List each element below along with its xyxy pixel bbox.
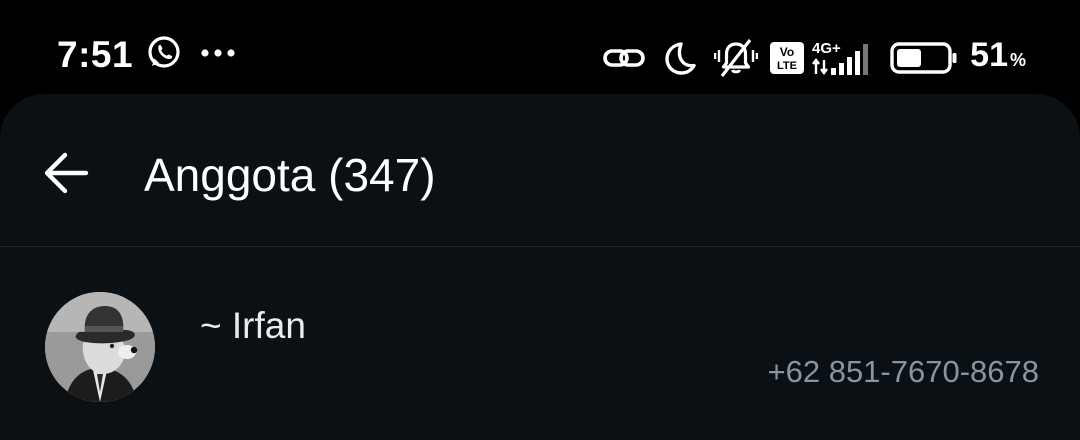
whatsapp-icon bbox=[148, 36, 180, 68]
divider bbox=[0, 246, 1080, 247]
battery-percentage: 51% bbox=[970, 33, 1026, 82]
phone-screen: 7:51 Vo LTE 4G+ 51 % Anggota (347) ~ Irf… bbox=[0, 0, 1080, 440]
avatar[interactable] bbox=[45, 292, 155, 402]
status-left-icons bbox=[146, 35, 236, 71]
svg-text:4G+: 4G+ bbox=[812, 40, 841, 57]
status-time: 7:51 bbox=[57, 34, 134, 75]
arrow-left-icon bbox=[44, 152, 89, 194]
signal-4g-icon: 4G+ bbox=[812, 40, 869, 75]
page-title: Anggota (347) bbox=[144, 149, 436, 201]
battery-icon bbox=[890, 41, 957, 74]
toolbar: Anggota (347) bbox=[0, 94, 1080, 246]
more-dots-icon bbox=[201, 49, 235, 57]
svg-text:LTE: LTE bbox=[777, 60, 797, 72]
member-name: ~ Irfan bbox=[200, 305, 306, 346]
avatar-dog-in-fedora-image bbox=[45, 292, 155, 402]
battery-value: 51 bbox=[970, 36, 1008, 74]
vibrate-off-icon bbox=[714, 38, 759, 77]
svg-text:Vo: Vo bbox=[780, 45, 794, 59]
moon-icon bbox=[665, 41, 696, 75]
back-button[interactable] bbox=[26, 135, 106, 211]
members-panel: Anggota (347) ~ Irfan +62 851-7670-8678 bbox=[0, 94, 1080, 440]
member-list-item[interactable]: ~ Irfan +62 851-7670-8678 bbox=[0, 284, 1080, 424]
link-icon bbox=[603, 48, 645, 67]
volte-icon: Vo LTE bbox=[770, 41, 805, 74]
battery-percent-sign: % bbox=[1009, 50, 1026, 70]
status-right-icons: Vo LTE 4G+ 51% bbox=[602, 33, 1026, 82]
member-phone: +62 851-7670-8678 bbox=[767, 354, 1040, 389]
status-bar: 7:51 Vo LTE 4G+ 51 % bbox=[0, 0, 1080, 100]
